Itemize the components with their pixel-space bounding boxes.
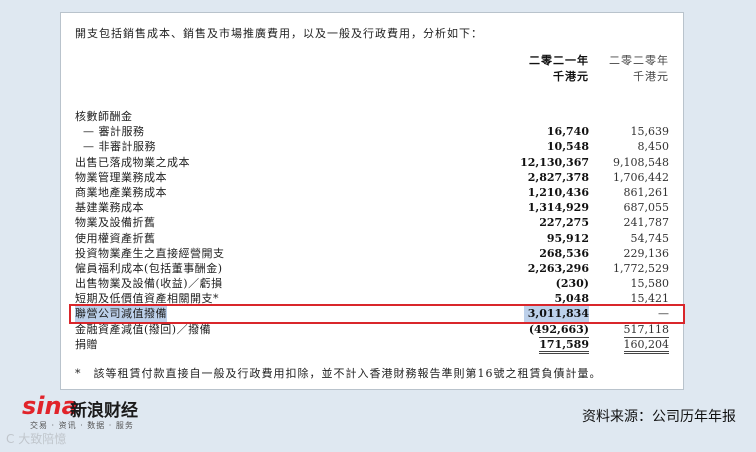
column-unit: 千港元 [633,70,669,83]
value-2021: (492,663) [528,322,589,336]
value-2020: 687,055 [623,201,670,215]
table-row: 物業管理業務成本 2,827,378 1,706,442 [61,170,683,185]
row-label: 出售已落成物業之成本 [75,155,190,169]
column-unit: 千港元 [553,70,589,83]
value-2020: 8,450 [637,140,670,154]
table-row: 出售物業及設備(收益)／虧損 (230) 15,580 [61,276,683,291]
table-row: 出售已落成物業之成本 12,130,367 9,108,548 [61,155,683,170]
table-row: 核數師酬金 [61,109,683,124]
value-2020: 15,580 [630,277,670,291]
footnote: * 該等租賃付款直接自一般及行政費用扣除，並不計入香港財務報告準則第16號之租賃… [75,367,602,380]
table-row: 僱員福利成本(包括董事酬金) 2,263,296 1,772,529 [61,261,683,276]
table-row: — 非審計服務 10,548 8,450 [61,139,683,154]
row-label: 聯營公司減值撥備 [75,306,167,322]
value-2020: 160,204 [623,336,669,354]
value-2020: 241,787 [623,216,670,230]
row-label: — 審計服務 [83,125,145,139]
value-2020: 517,118 [623,322,670,336]
column-header-2021: 二零二一年 千港元 [509,53,589,85]
logo-brand-text: 新浪财经 [70,401,138,421]
row-label: — 非審計服務 [83,140,156,154]
report-page: 開支包括銷售成本、銷售及市場推廣費用，以及一般及行政費用，分析如下： 二零二一年… [60,12,685,390]
value-2020: 15,421 [630,292,670,306]
value-2021: 3,011,834 [523,306,589,322]
value-2021: 171,589 [539,336,589,354]
column-year: 二零二一年 [529,54,589,67]
table-row: 短期及低價值資產相關開支* 5,048 15,421 [61,291,683,306]
row-label: 物業管理業務成本 [75,170,167,184]
value-2020: 15,639 [630,125,670,139]
row-label: 商業地產業務成本 [75,185,167,199]
row-label: 投資物業產生之直接經營開支 [75,246,225,260]
row-label: 基建業務成本 [75,201,144,215]
table-row: 捐贈 171,589 160,204 [61,336,683,354]
column-year: 二零二零年 [609,54,669,67]
value-2021: 227,275 [539,216,589,230]
value-2021: 16,740 [546,125,589,139]
table-row: 投資物業產生之直接經營開支 268,536 229,136 [61,246,683,261]
table-row: 使用權資產折舊 95,912 54,745 [61,231,683,246]
value-2021: (230) [555,277,589,291]
table-row-highlighted: 聯營公司減值撥備 3,011,834 — [61,304,685,324]
watermark: C 大致陪憶 [6,432,67,446]
row-label: 僱員福利成本(包括董事酬金) [75,261,223,275]
value-2020: 9,108,548 [613,155,669,169]
table-row: 物業及設備折舊 227,275 241,787 [61,215,683,230]
column-header-2020: 二零二零年 千港元 [589,53,669,85]
table-row: — 審計服務 16,740 15,639 [61,124,683,139]
table-row: 金融資產減值(撥回)／撥備 (492,663) 517,118 [61,322,683,337]
value-2020: — [658,307,669,321]
row-label: 金融資產減值(撥回)／撥備 [75,322,212,336]
value-2021: 1,210,436 [527,185,589,199]
value-2021: 2,263,296 [527,261,589,275]
intro-text: 開支包括銷售成本、銷售及市場推廣費用，以及一般及行政費用，分析如下： [75,27,483,40]
value-2020: 1,772,529 [613,261,669,275]
value-2020: 229,136 [623,246,670,260]
value-2021: 10,548 [546,140,589,154]
table-row: 商業地產業務成本 1,210,436 861,261 [61,185,683,200]
value-2021: 2,827,378 [527,170,589,184]
row-label: 出售物業及設備(收益)／虧損 [75,277,223,291]
row-label: 捐贈 [75,337,98,351]
row-label: 物業及設備折舊 [75,216,156,230]
value-2021: 5,048 [554,292,589,306]
table-row: 基建業務成本 1,314,929 687,055 [61,200,683,215]
value-2020: 861,261 [623,185,670,199]
value-2021: 95,912 [546,231,589,245]
row-label: 使用權資產折舊 [75,231,156,245]
source-caption: 资料来源：公司历年年报 [582,409,736,425]
expense-table: 核數師酬金 — 審計服務 16,740 15,639 — 非審計服務 10,548 8,45… [61,109,685,354]
row-label: 核數師酬金 [75,110,133,123]
value-2020: 1,706,442 [613,170,669,184]
value-2021: 1,314,929 [527,201,589,215]
value-2021: 12,130,367 [520,155,589,169]
value-2020: 54,745 [630,231,670,245]
row-label: 短期及低價值資產相關開支* [75,292,219,306]
value-2021: 268,536 [539,246,589,260]
